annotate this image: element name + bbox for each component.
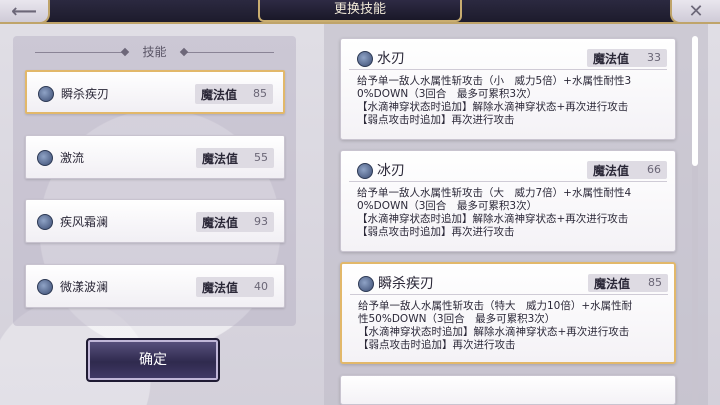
skill-card[interactable]: 冰刃 魔法值 66 给予单一敌人水属性斩攻击（大 威力7倍）+水属性耐性4 0%… bbox=[340, 150, 676, 252]
water-orb-icon bbox=[357, 51, 373, 67]
desc-line: 【弱点攻击时追加】再次进行攻击 bbox=[357, 114, 515, 126]
back-button[interactable]: ⟵ bbox=[0, 0, 50, 24]
desc-line: 【弱点攻击时追加】再次进行攻击 bbox=[358, 339, 516, 351]
desc-line: 【水滴神穿状态时追加】解除水滴神穿状态+再次进行攻击 bbox=[357, 213, 629, 225]
water-orb-icon bbox=[37, 150, 53, 166]
mp-label: 魔法值 bbox=[202, 281, 239, 295]
mp-value: 33 bbox=[647, 51, 661, 64]
page-title: 更换技能 bbox=[258, 0, 462, 22]
desc-line: 性50%DOWN（3回合 最多可累积3次） bbox=[358, 313, 556, 325]
skill-name: 瞬杀疾刃 bbox=[378, 276, 434, 292]
scrollbar-thumb[interactable] bbox=[692, 36, 698, 166]
skill-name: 水刃 bbox=[377, 51, 405, 67]
skill-card-header: 冰刃 魔法值 66 bbox=[349, 159, 667, 182]
mp-value: 40 bbox=[254, 280, 268, 293]
desc-line: 给予单一敌人水属性斩攻击（小 威力5倍）+水属性耐性3 bbox=[357, 75, 632, 87]
desc-line: 0%DOWN（3回合 最多可累积3次） bbox=[357, 88, 538, 100]
mp-cost-box: 魔法值 66 bbox=[587, 161, 667, 179]
mp-cost-box: 魔法值 40 bbox=[196, 277, 274, 297]
mp-label: 魔法值 bbox=[201, 88, 238, 102]
skill-description: 给予单一敌人水属性斩攻击（小 威力5倍）+水属性耐性3 0%DOWN（3回合 最… bbox=[357, 75, 663, 127]
water-orb-icon bbox=[38, 86, 54, 102]
mp-label: 魔法值 bbox=[202, 152, 239, 166]
mp-cost-box: 魔法值 93 bbox=[196, 212, 274, 232]
close-button[interactable]: ✕ bbox=[670, 0, 720, 24]
mp-value: 93 bbox=[254, 215, 268, 228]
mp-label: 魔法值 bbox=[202, 216, 239, 230]
equipped-skill-slot[interactable]: 瞬杀疾刃 魔法值 85 bbox=[25, 70, 285, 114]
desc-line: 【水滴神穿状态时追加】解除水滴神穿状态+再次进行攻击 bbox=[358, 326, 630, 338]
mp-label: 魔法值 bbox=[593, 52, 630, 66]
ornament-right bbox=[184, 52, 274, 53]
skill-description: 给予单一敌人水属性斩攻击（特大 威力10倍）+水属性耐 性50%DOWN（3回合… bbox=[358, 300, 664, 352]
desc-line: 给予单一敌人水属性斩攻击（大 威力7倍）+水属性耐性4 bbox=[357, 187, 632, 199]
skill-name: 疾风霜澜 bbox=[60, 215, 109, 229]
skill-name: 瞬杀疾刃 bbox=[61, 87, 110, 101]
skill-card-header: 瞬杀疾刃 魔法值 85 bbox=[350, 272, 668, 295]
water-orb-icon bbox=[357, 163, 373, 179]
mp-value: 66 bbox=[647, 163, 661, 176]
close-icon: ✕ bbox=[688, 0, 704, 22]
equipped-skill-slot[interactable]: 微漾波澜 魔法值 40 bbox=[25, 264, 285, 308]
skill-card[interactable]: 瞬杀疾刃 魔法值 85 给予单一敌人水属性斩攻击（特大 威力10倍）+水属性耐 … bbox=[340, 262, 676, 364]
skill-card[interactable] bbox=[340, 375, 676, 405]
desc-line: 【水滴神穿状态时追加】解除水滴神穿状态+再次进行攻击 bbox=[357, 101, 629, 113]
back-arrow-icon: ⟵ bbox=[11, 0, 37, 22]
mp-label: 魔法值 bbox=[593, 164, 630, 178]
mp-value: 85 bbox=[253, 87, 267, 100]
confirm-button[interactable]: 确定 bbox=[86, 338, 220, 382]
water-orb-icon bbox=[37, 279, 53, 295]
mp-cost-box: 魔法值 33 bbox=[587, 49, 667, 67]
equipped-skills-panel: 技能 瞬杀疾刃 魔法值 85 激流 魔法值 55 疾风霜澜 魔法值 93 微漾波… bbox=[13, 36, 296, 326]
water-orb-icon bbox=[37, 214, 53, 230]
skill-name: 冰刃 bbox=[377, 163, 405, 179]
desc-line: 0%DOWN（3回合 最多可累积3次） bbox=[357, 200, 538, 212]
mp-cost-box: 魔法值 55 bbox=[196, 148, 274, 168]
equipped-skill-slot[interactable]: 激流 魔法值 55 bbox=[25, 135, 285, 179]
skill-name: 微漾波澜 bbox=[60, 280, 109, 294]
skill-description: 给予单一敌人水属性斩攻击（大 威力7倍）+水属性耐性4 0%DOWN（3回合 最… bbox=[357, 187, 663, 239]
desc-line: 【弱点攻击时追加】再次进行攻击 bbox=[357, 226, 515, 238]
skill-card-header: 水刃 魔法值 33 bbox=[349, 47, 667, 70]
mp-value: 85 bbox=[648, 276, 662, 289]
skill-card[interactable]: 水刃 魔法值 33 给予单一敌人水属性斩攻击（小 威力5倍）+水属性耐性3 0%… bbox=[340, 38, 676, 140]
skill-name: 激流 bbox=[60, 151, 85, 165]
water-orb-icon bbox=[358, 276, 374, 292]
equipped-skill-slot[interactable]: 疾风霜澜 魔法值 93 bbox=[25, 199, 285, 243]
mp-label: 魔法值 bbox=[594, 277, 631, 291]
desc-line: 给予单一敌人水属性斩攻击（特大 威力10倍）+水属性耐 bbox=[358, 300, 633, 312]
mp-cost-box: 魔法值 85 bbox=[195, 84, 273, 104]
mp-cost-box: 魔法值 85 bbox=[588, 274, 668, 292]
mp-value: 55 bbox=[254, 151, 268, 164]
